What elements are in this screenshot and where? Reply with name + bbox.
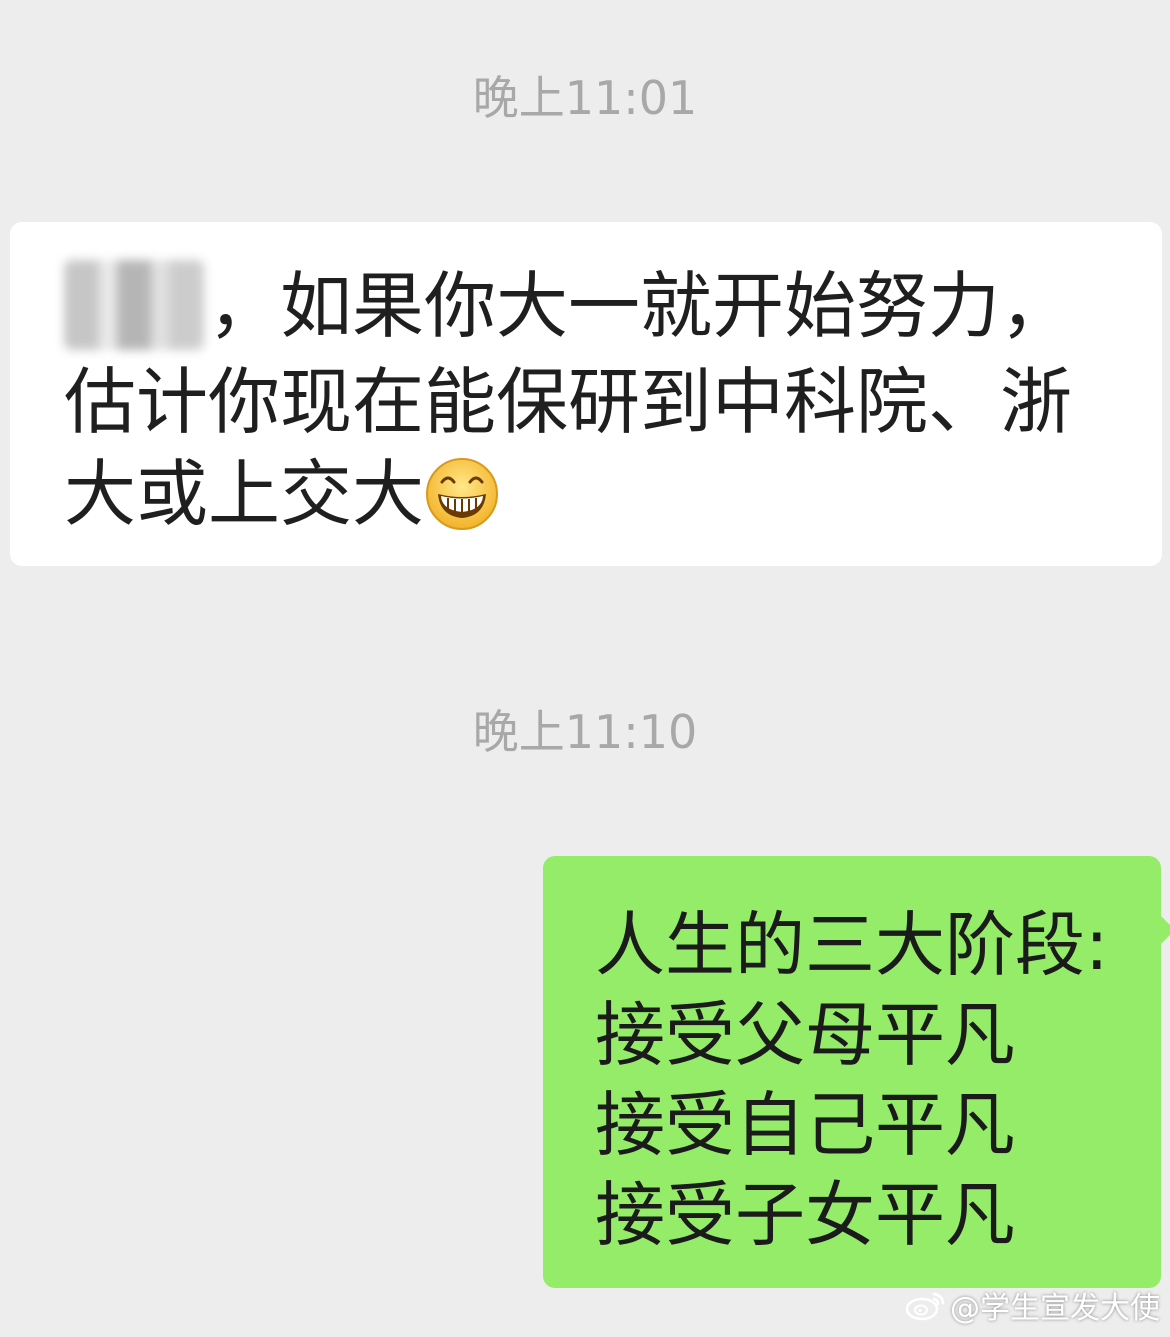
chat-window: 晚上11:01 ，如果你大一就开始努力，估计你现在能保研到中科院、浙大或上交大 xyxy=(0,0,1170,1337)
incoming-message-text: ，如果你大一就开始努力，估计你现在能保研到中科院、浙大或上交大 xyxy=(64,264,1073,537)
incoming-message-content: ，如果你大一就开始努力，估计你现在能保研到中科院、浙大或上交大 xyxy=(64,260,1124,540)
incoming-message-bubble[interactable]: ，如果你大一就开始努力，估计你现在能保研到中科院、浙大或上交大 xyxy=(10,222,1162,566)
outgoing-message-line: 接受子女平凡 xyxy=(595,1174,1015,1256)
weibo-icon xyxy=(905,1292,945,1321)
outgoing-message-line: 人生的三大阶段: xyxy=(595,904,1109,986)
outgoing-message-bubble[interactable]: 人生的三大阶段: 接受父母平凡 接受自己平凡 接受子女平凡 xyxy=(543,856,1170,1288)
message-timestamp: 晚上11:01 xyxy=(472,71,698,125)
watermark: @学生宣发大使 xyxy=(904,1283,1160,1327)
grinning-face-icon xyxy=(426,457,499,530)
message-timestamp: 晚上11:10 xyxy=(472,705,698,759)
outgoing-message-line: 接受父母平凡 xyxy=(595,994,1015,1076)
redacted-sender-name xyxy=(64,260,204,351)
bubble-tail xyxy=(1159,914,1170,946)
outgoing-message-line: 接受自己平凡 xyxy=(595,1084,1015,1166)
watermark-text: @学生宣发大使 xyxy=(950,1291,1160,1326)
